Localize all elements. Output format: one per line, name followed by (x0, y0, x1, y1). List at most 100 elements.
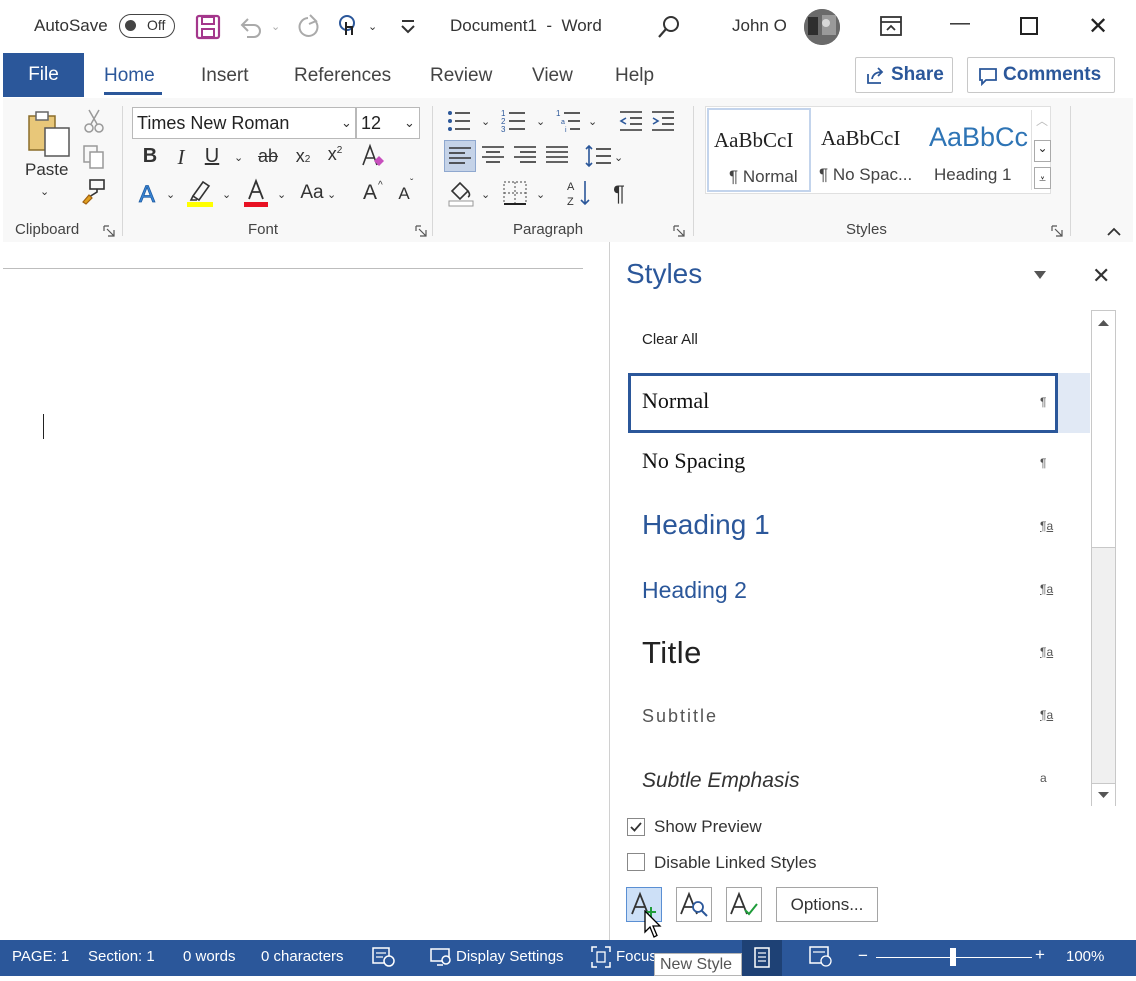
zoom-level[interactable]: 100% (1066, 948, 1104, 965)
maximize-icon[interactable] (1020, 17, 1038, 35)
comments-button[interactable]: Comments (967, 57, 1115, 93)
style-item-title[interactable]: Title ¶a (628, 625, 1058, 685)
user-name[interactable]: John O (732, 16, 787, 36)
underline-dropdown-icon[interactable]: ⌄ (234, 151, 243, 164)
gallery-style-no-spacing[interactable]: AaBbCcI ¶ No Spac... (812, 108, 922, 192)
zoom-out-icon[interactable]: − (858, 946, 868, 966)
tab-references[interactable]: References (294, 65, 391, 87)
scroll-thumb[interactable] (1092, 335, 1115, 548)
zoom-in-icon[interactable]: + (1035, 945, 1045, 965)
zoom-slider-thumb[interactable] (950, 948, 956, 966)
focus-label[interactable]: Focus (616, 948, 657, 965)
touch-mode-icon[interactable] (336, 13, 362, 41)
style-item-subtle-emphasis[interactable]: Subtle Emphasis a (628, 751, 1058, 811)
bullets-icon[interactable] (446, 108, 472, 134)
options-button[interactable]: Options... (776, 887, 878, 922)
manage-styles-button[interactable] (726, 887, 762, 922)
style-item-no-spacing[interactable]: No Spacing ¶ (628, 436, 1058, 496)
multilevel-list-icon[interactable]: 1ai (556, 108, 582, 134)
sort-icon[interactable]: AZ (565, 178, 593, 208)
styles-scrollbar[interactable] (1091, 310, 1116, 806)
strikethrough-icon[interactable]: ab (256, 146, 280, 167)
borders-dropdown-icon[interactable]: ⌄ (536, 188, 545, 201)
superscript-icon[interactable]: x2 (324, 144, 346, 165)
font-launcher-icon[interactable] (415, 224, 427, 237)
display-settings-icon[interactable] (430, 946, 452, 968)
underline-icon[interactable]: U (202, 145, 222, 168)
change-case-icon[interactable]: Aa (298, 182, 326, 204)
justify-icon[interactable] (544, 143, 570, 169)
change-case-dropdown-icon[interactable]: ⌄ (327, 188, 336, 201)
highlight-icon[interactable] (187, 178, 215, 208)
gallery-style-heading1[interactable]: AaBbCc Heading 1 (924, 108, 1030, 192)
text-effects-icon[interactable]: A (137, 180, 163, 209)
clear-formatting-icon[interactable] (360, 143, 386, 171)
show-preview-label[interactable]: Show Preview (654, 817, 762, 837)
print-layout-view-button[interactable] (742, 940, 782, 976)
tab-insert[interactable]: Insert (201, 65, 249, 87)
subscript-icon[interactable]: x2 (292, 146, 314, 167)
align-left-icon[interactable] (444, 140, 476, 172)
tab-home[interactable]: Home (104, 65, 155, 87)
search-icon[interactable] (656, 14, 682, 40)
decrease-indent-icon[interactable] (618, 108, 644, 134)
cut-icon[interactable] (82, 108, 106, 134)
minimize-icon[interactable]: — (940, 12, 980, 35)
paste-icon[interactable] (25, 110, 73, 158)
gallery-more-icon[interactable]: ⩡ (1034, 167, 1051, 189)
character-count[interactable]: 0 characters (261, 948, 344, 965)
scroll-down-icon[interactable] (1092, 783, 1115, 806)
highlight-dropdown-icon[interactable]: ⌄ (222, 188, 231, 201)
increase-indent-icon[interactable] (650, 108, 676, 134)
gallery-scroll-up-icon[interactable]: ︿ (1036, 112, 1048, 129)
font-color-icon[interactable] (243, 178, 271, 208)
show-formatting-marks-icon[interactable]: ¶ (608, 181, 630, 207)
tab-view[interactable]: View (532, 65, 573, 87)
gallery-style-normal[interactable]: AaBbCcI ¶ Normal (707, 108, 811, 192)
collapse-ribbon-icon[interactable] (1105, 224, 1123, 238)
multilevel-dropdown-icon[interactable]: ⌄ (588, 115, 597, 128)
font-name-select[interactable]: Times New Roman ⌄ (132, 107, 356, 139)
display-settings-label[interactable]: Display Settings (456, 948, 564, 965)
style-inspector-button[interactable] (676, 887, 712, 922)
style-item-heading2[interactable]: Heading 2 ¶a (628, 562, 1058, 622)
document-canvas[interactable] (3, 242, 609, 940)
align-right-icon[interactable] (512, 143, 538, 169)
clipboard-launcher-icon[interactable] (103, 224, 115, 237)
customize-toolbar-icon[interactable] (398, 18, 418, 36)
share-button[interactable]: Share (855, 57, 953, 93)
focus-icon[interactable] (590, 945, 612, 969)
gallery-scroll-down-icon[interactable]: ⌄ (1034, 140, 1051, 162)
shading-icon[interactable] (447, 179, 475, 207)
touch-dropdown-icon[interactable]: ⌄ (368, 20, 377, 33)
text-effects-dropdown-icon[interactable]: ⌄ (166, 188, 175, 201)
paste-label[interactable]: Paste (25, 160, 68, 180)
bullets-dropdown-icon[interactable]: ⌄ (481, 115, 490, 128)
save-icon[interactable] (195, 14, 221, 40)
font-size-select[interactable]: 12 ⌄ (356, 107, 420, 139)
paste-dropdown-icon[interactable]: ⌄ (40, 185, 49, 198)
font-color-dropdown-icon[interactable]: ⌄ (277, 188, 286, 201)
style-item-heading1[interactable]: Heading 1 ¶a (628, 499, 1058, 559)
pane-close-icon[interactable]: ✕ (1092, 263, 1110, 289)
italic-icon[interactable]: I (172, 145, 190, 170)
ribbon-display-icon[interactable] (878, 14, 904, 38)
tab-review[interactable]: Review (430, 65, 492, 87)
redo-icon[interactable] (296, 14, 322, 40)
tab-help[interactable]: Help (615, 65, 654, 87)
numbering-dropdown-icon[interactable]: ⌄ (536, 115, 545, 128)
disable-linked-label[interactable]: Disable Linked Styles (654, 853, 817, 873)
pane-options-icon[interactable] (1032, 268, 1048, 280)
disable-linked-checkbox[interactable] (627, 853, 645, 871)
shading-dropdown-icon[interactable]: ⌄ (481, 188, 490, 201)
autosave-toggle[interactable]: Off (119, 14, 175, 38)
paragraph-launcher-icon[interactable] (673, 224, 685, 237)
word-count[interactable]: 0 words (183, 948, 236, 965)
format-painter-icon[interactable] (80, 178, 108, 206)
line-spacing-dropdown-icon[interactable]: ⌄ (614, 151, 623, 164)
style-item-subtitle[interactable]: Subtitle ¶a (628, 688, 1058, 748)
proofing-icon[interactable] (372, 946, 396, 968)
numbering-icon[interactable]: 123 (501, 108, 527, 134)
align-center-icon[interactable] (480, 143, 506, 169)
scroll-up-icon[interactable] (1092, 311, 1115, 336)
